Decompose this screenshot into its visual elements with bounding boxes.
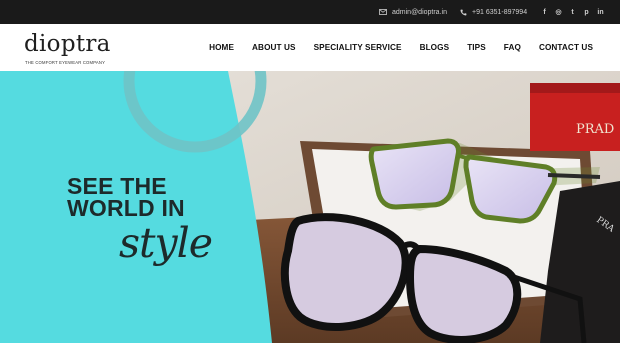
top-bar: admin@dioptra.in +91 6351-897994 f ◎ t p… xyxy=(0,0,620,24)
logo-wordmark: dioptra xyxy=(24,31,111,57)
nav-speciality-service[interactable]: SPECIALITY SERVICE xyxy=(314,43,402,52)
nav-contact-us[interactable]: CONTACT US xyxy=(539,43,593,52)
headline-line-2: WORLD IN xyxy=(67,195,185,221)
logo-tagline: THE COMFORT EYEWEAR COMPANY xyxy=(25,60,106,65)
box-brand-text: PRAD xyxy=(576,122,614,137)
phone-text[interactable]: +91 6351-897994 xyxy=(472,9,527,16)
hero-headline: SEE THE WORLD IN style xyxy=(67,173,247,266)
headline-line-1: SEE THE xyxy=(67,173,167,199)
phone-icon xyxy=(460,9,467,16)
social-links: f ◎ t p in xyxy=(541,0,604,24)
hero-banner: PRAD PRA SEE THE WORLD IN style xyxy=(0,71,620,343)
nav-about-us[interactable]: ABOUT US xyxy=(252,43,296,52)
nav-faq[interactable]: FAQ xyxy=(504,43,521,52)
nav-home[interactable]: HOME xyxy=(209,43,234,52)
headline-script: style xyxy=(119,219,213,267)
nav-blogs[interactable]: BLOGS xyxy=(420,43,450,52)
main-nav: HOME ABOUT US SPECIALITY SERVICE BLOGS T… xyxy=(191,24,593,71)
site-header: dioptra THE COMFORT EYEWEAR COMPANY HOME… xyxy=(0,24,620,71)
instagram-icon[interactable]: ◎ xyxy=(555,8,562,17)
email-contact[interactable]: admin@dioptra.in xyxy=(379,0,447,24)
site-logo[interactable]: dioptra THE COMFORT EYEWEAR COMPANY xyxy=(24,31,114,67)
linkedin-icon[interactable]: in xyxy=(597,8,604,17)
nav-tips[interactable]: TIPS xyxy=(467,43,486,52)
email-text[interactable]: admin@dioptra.in xyxy=(392,9,447,16)
phone-contact[interactable]: +91 6351-897994 xyxy=(460,0,527,24)
pinterest-icon[interactable]: p xyxy=(583,8,590,17)
envelope-icon xyxy=(379,9,387,15)
twitter-icon[interactable]: t xyxy=(569,8,576,17)
facebook-icon[interactable]: f xyxy=(541,8,548,17)
